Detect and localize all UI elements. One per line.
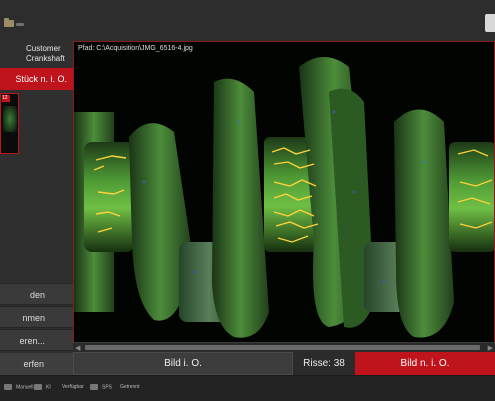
save-icon[interactable] <box>16 23 24 26</box>
customer-label: Customer <box>26 44 61 53</box>
top-toolbar <box>0 0 495 42</box>
part-status-banner: Stück n. i. O. <box>0 68 73 90</box>
image-not-ok-button[interactable]: Bild n. i. O. <box>355 352 495 375</box>
brain-icon <box>34 384 42 390</box>
scroll-left-icon[interactable]: ◀ <box>75 344 80 352</box>
crack-count: Risse: 38 <box>303 358 345 369</box>
mode-status: Manuell <box>4 384 34 390</box>
folder-open-icon[interactable] <box>4 18 14 27</box>
crankshaft-image <box>74 42 494 351</box>
thumbnail-index: 12 <box>2 95 10 102</box>
image-path-label: Pfad: C:\Acquisition\JMG_6516-4.jpg <box>78 45 193 52</box>
plc-status: SPS <box>90 384 112 390</box>
scroll-right-icon[interactable]: ▶ <box>488 344 493 352</box>
plc-icon <box>90 384 98 390</box>
image-evaluation-bar: Bild i. O. Risse: 38 Bild n. i. O. <box>73 352 495 375</box>
left-sidebar: Customer Crankshaft Stück n. i. O. 12 de… <box>0 41 74 375</box>
thumbnail-preview <box>3 106 17 132</box>
sidebar-button-2[interactable]: nmen <box>0 306 73 328</box>
sidebar-button-4[interactable]: erfen <box>0 353 73 375</box>
image-thumbnail[interactable]: 12 <box>0 93 19 154</box>
sidebar-button-1[interactable]: den <box>0 283 73 305</box>
ai-availability: Verfügbar <box>62 384 84 390</box>
part-label: Crankshaft <box>26 54 65 63</box>
scrollbar-thumb[interactable] <box>85 345 480 350</box>
image-ok-button[interactable]: Bild i. O. <box>73 352 293 375</box>
window-control-button[interactable] <box>485 14 495 32</box>
plc-connection: Getrennt <box>120 384 140 390</box>
status-line: Manuell KI Verfügbar SPS Getrennt <box>0 375 495 401</box>
hand-icon <box>4 384 12 390</box>
image-horizontal-scrollbar[interactable]: ◀ ▶ <box>73 342 495 352</box>
sidebar-button-3[interactable]: eren... <box>0 329 73 351</box>
ai-status: KI <box>34 384 51 390</box>
inspection-image-viewer[interactable]: Pfad: C:\Acquisition\JMG_6516-4.jpg <box>73 41 495 352</box>
